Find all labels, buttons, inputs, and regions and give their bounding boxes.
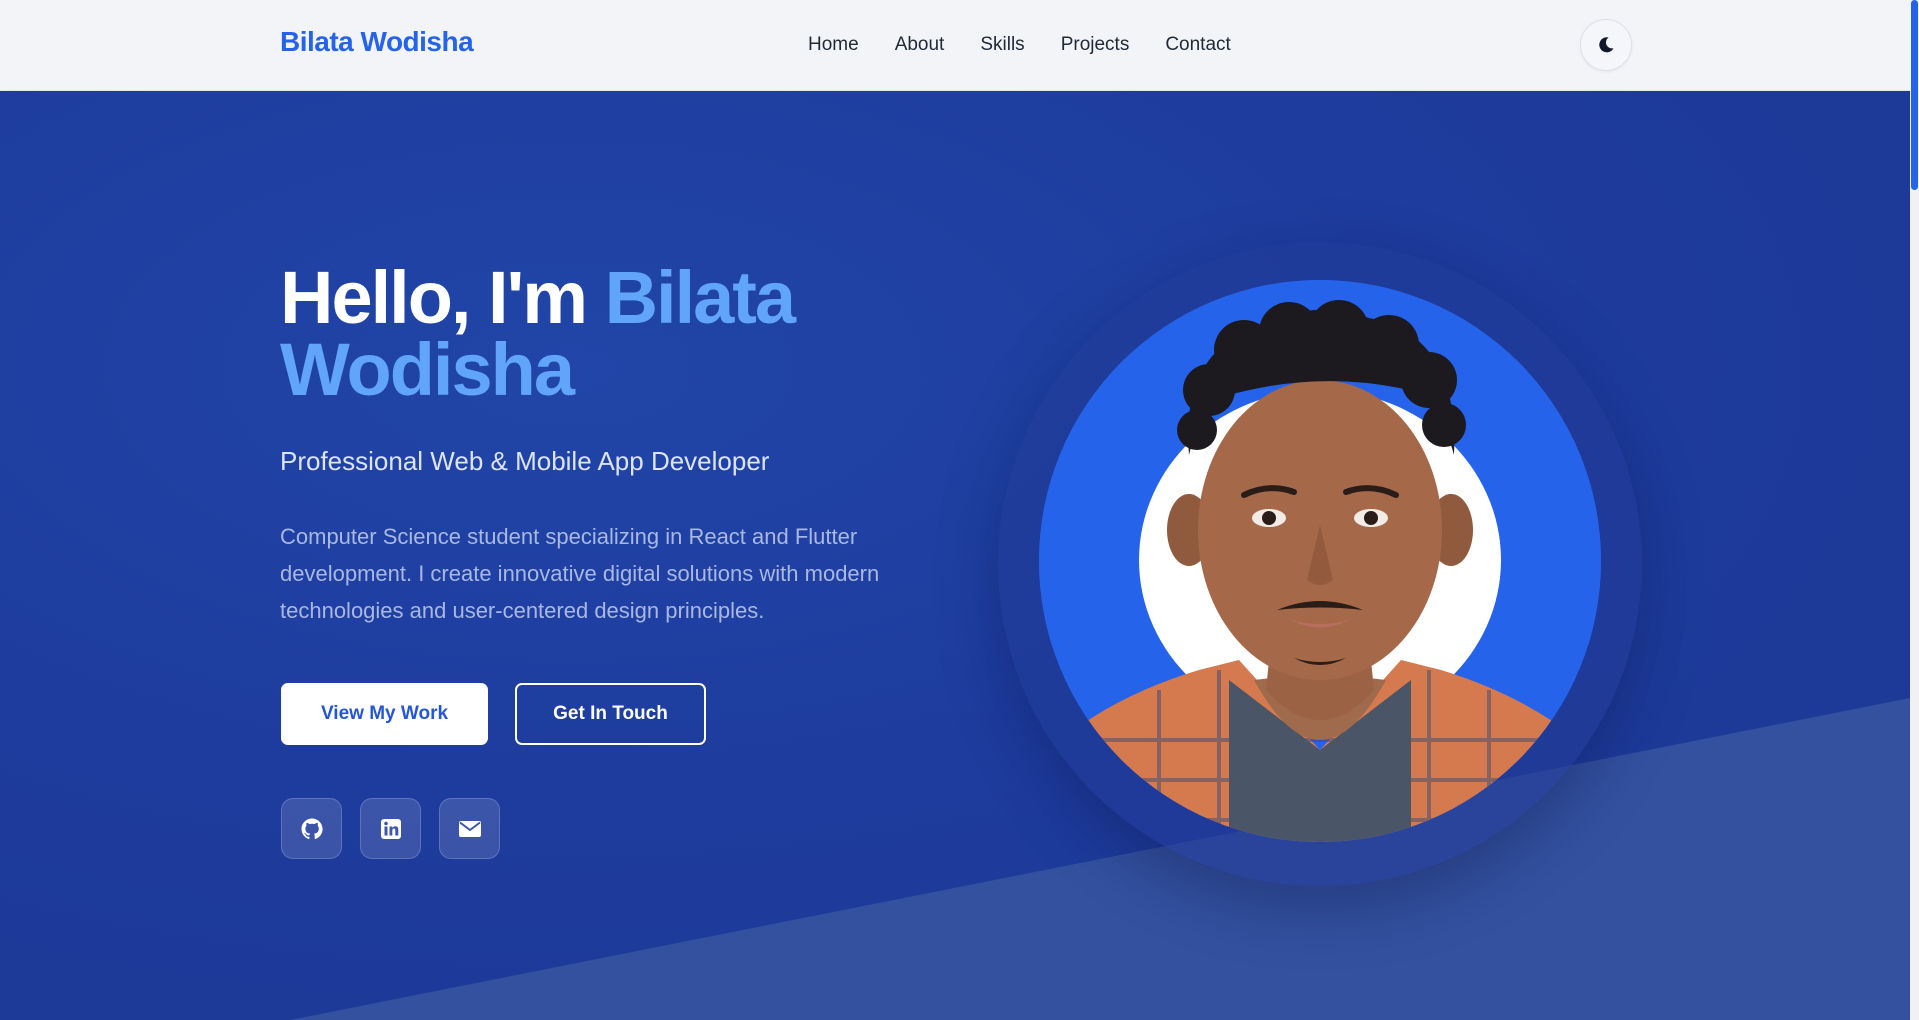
scrollbar[interactable] bbox=[1910, 0, 1919, 1020]
github-icon bbox=[301, 818, 323, 839]
linkedin-link[interactable] bbox=[360, 798, 421, 859]
hero-name-last: Wodisha bbox=[280, 328, 575, 411]
hero-section: Hello, I'm Bilata Wodisha Professional W… bbox=[0, 90, 1910, 1020]
hero-name-first: Bilata bbox=[604, 256, 797, 339]
nav-link-contact[interactable]: Contact bbox=[1147, 34, 1248, 56]
page: Bilata Wodisha Home About Skills Project… bbox=[0, 0, 1919, 1020]
profile-photo bbox=[1039, 280, 1601, 842]
email-link[interactable] bbox=[439, 798, 500, 859]
theme-toggle-button[interactable] bbox=[1580, 19, 1632, 71]
moon-icon bbox=[1599, 37, 1614, 53]
nav-link-skills[interactable]: Skills bbox=[962, 34, 1042, 56]
get-in-touch-button[interactable]: Get In Touch bbox=[515, 683, 706, 745]
nav-links: Home About Skills Projects Contact bbox=[790, 0, 1249, 90]
view-my-work-button[interactable]: View My Work bbox=[281, 683, 488, 745]
hero-title: Hello, I'm Bilata Wodisha bbox=[280, 261, 980, 407]
github-link[interactable] bbox=[281, 798, 342, 859]
scrollbar-thumb[interactable] bbox=[1911, 0, 1918, 190]
brand-logo[interactable]: Bilata Wodisha bbox=[280, 26, 474, 58]
navbar: Bilata Wodisha Home About Skills Project… bbox=[0, 0, 1910, 91]
nav-link-home[interactable]: Home bbox=[790, 34, 877, 56]
social-links bbox=[281, 798, 500, 859]
hero-greeting: Hello, I'm bbox=[280, 256, 588, 339]
email-icon bbox=[458, 820, 481, 837]
linkedin-icon bbox=[380, 818, 401, 839]
hero-description: Computer Science student specializing in… bbox=[280, 524, 880, 623]
nav-link-about[interactable]: About bbox=[877, 34, 963, 56]
nav-link-projects[interactable]: Projects bbox=[1043, 34, 1148, 56]
hero-subtitle: Professional Web & Mobile App Developer bbox=[280, 446, 770, 476]
profile-photo-illustration bbox=[1039, 280, 1601, 842]
